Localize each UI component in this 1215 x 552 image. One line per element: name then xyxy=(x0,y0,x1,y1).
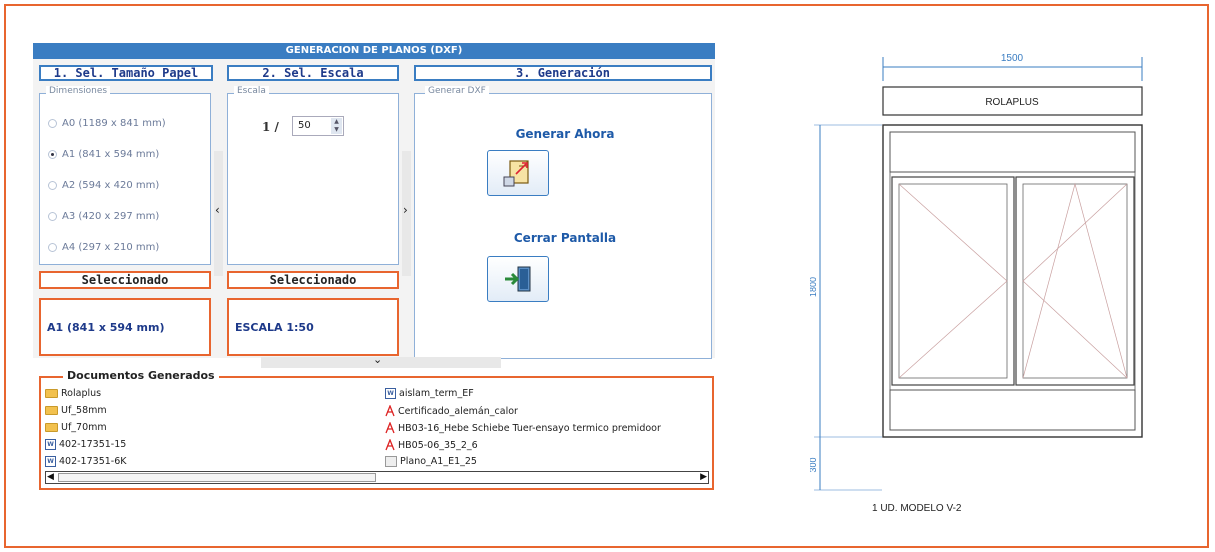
chevron-right-icon[interactable]: › xyxy=(403,203,408,217)
window-title: GENERACION DE PLANOS (DXF) xyxy=(33,43,715,59)
list-item[interactable]: Rolaplus xyxy=(45,388,101,399)
pdf-icon xyxy=(385,439,395,451)
pdf-icon xyxy=(385,405,395,417)
paper-option-a1[interactable]: A1 (841 x 594 mm) xyxy=(48,149,159,160)
radio-icon[interactable] xyxy=(48,119,57,128)
header-label: ROLAPLUS xyxy=(985,97,1039,108)
window-drawing: 1500 ROLAPLUS 1800 300 1 UD. MODELO V-2 xyxy=(810,53,1143,514)
expand-handle[interactable]: ⌄ xyxy=(261,353,501,368)
list-item[interactable]: W 402-17351-15 xyxy=(45,439,126,450)
list-item[interactable]: Waislam_term_EF xyxy=(385,388,474,399)
dxf-file-icon xyxy=(385,456,397,467)
collapse-handle-left[interactable]: ‹ xyxy=(214,151,223,276)
horizontal-scrollbar[interactable]: ◀ ▶ xyxy=(45,471,709,484)
chevron-left-icon[interactable]: ‹ xyxy=(215,203,220,217)
radio-selected-icon[interactable] xyxy=(48,150,57,159)
folder-icon xyxy=(45,406,58,415)
radio-icon[interactable] xyxy=(48,212,57,221)
selected-scale-value: ESCALA 1:50 xyxy=(227,298,399,356)
list-item[interactable]: Uf_58mm xyxy=(45,405,107,416)
selected-header-paper: Seleccionado xyxy=(39,271,211,289)
width-label: 1500 xyxy=(1001,53,1024,64)
list-item[interactable]: Uf_70mm xyxy=(45,422,107,433)
generation-group: Generar DXF Generar Ahora Cerrar Pantall… xyxy=(414,86,712,359)
word-doc-icon: W xyxy=(385,388,396,399)
scale-group: Escala 1 / 50 ▲ ▼ xyxy=(227,86,399,265)
group-legend: Dimensiones xyxy=(46,86,111,96)
export-dxf-icon xyxy=(503,160,529,187)
group-legend: Generar DXF xyxy=(425,86,489,96)
pdf-icon xyxy=(385,422,395,434)
scale-input[interactable]: 50 xyxy=(298,120,311,131)
paper-option-a0[interactable]: A0 (1189 x 841 mm) xyxy=(48,118,166,129)
close-screen-label: Cerrar Pantalla xyxy=(513,231,617,245)
spin-down-icon[interactable]: ▼ xyxy=(331,126,342,134)
selected-paper-value: A1 (841 x 594 mm) xyxy=(39,298,211,356)
folder-icon xyxy=(45,423,58,432)
word-doc-icon: W xyxy=(45,439,56,450)
spin-up-icon[interactable]: ▲ xyxy=(331,118,342,126)
scrollbar-thumb[interactable] xyxy=(58,473,376,482)
scale-prefix: 1 / xyxy=(262,120,279,134)
paper-option-a4[interactable]: A4 (297 x 210 mm) xyxy=(48,242,159,253)
collapse-handle-right[interactable]: › xyxy=(402,151,411,276)
exit-door-icon xyxy=(505,266,531,292)
chevron-down-icon[interactable]: ⌄ xyxy=(373,353,382,366)
list-item[interactable]: HB03-16_Hebe Schiebe Tuer-ensayo termico… xyxy=(385,422,661,434)
close-screen-button[interactable] xyxy=(487,256,549,302)
list-item[interactable]: Certificado_alemán_calor xyxy=(385,405,518,417)
paper-option-a3[interactable]: A3 (420 x 297 mm) xyxy=(48,211,159,222)
generated-documents-panel: Documentos Generados Rolaplus Uf_58mm Uf… xyxy=(39,369,714,490)
panel-header-scale: 2. Sel. Escala xyxy=(227,65,399,81)
group-legend: Escala xyxy=(234,86,269,96)
folder-icon xyxy=(45,389,58,398)
panel-header-paper: 1. Sel. Tamaño Papel xyxy=(39,65,213,81)
paper-size-group: Dimensiones A0 (1189 x 841 mm) A1 (841 x… xyxy=(39,86,211,265)
panel-header-generation: 3. Generación xyxy=(414,65,712,81)
list-item[interactable]: W 402-17351-6K xyxy=(45,456,126,467)
radio-icon[interactable] xyxy=(48,243,57,252)
list-item[interactable]: Plano_A1_E1_25 xyxy=(385,456,477,467)
height-label: 1800 xyxy=(810,277,818,297)
bottom-height-label: 300 xyxy=(810,457,818,472)
list-item[interactable]: HB05-06_35_2_6 xyxy=(385,439,478,451)
scroll-right-icon[interactable]: ▶ xyxy=(700,472,707,482)
radio-icon[interactable] xyxy=(48,181,57,190)
generate-now-label: Generar Ahora xyxy=(515,127,615,141)
word-doc-icon: W xyxy=(45,456,56,467)
drawing-caption: 1 UD. MODELO V-2 xyxy=(872,503,962,514)
scroll-left-icon[interactable]: ◀ xyxy=(47,472,54,482)
documents-legend: Documentos Generados xyxy=(63,369,219,382)
paper-option-a2[interactable]: A2 (594 x 420 mm) xyxy=(48,180,159,191)
generate-now-button[interactable] xyxy=(487,150,549,196)
selected-header-scale: Seleccionado xyxy=(227,271,399,289)
dxf-generator-window: GENERACION DE PLANOS (DXF) 1. Sel. Tamañ… xyxy=(33,43,715,368)
scale-spinner[interactable]: 50 ▲ ▼ xyxy=(292,116,344,136)
